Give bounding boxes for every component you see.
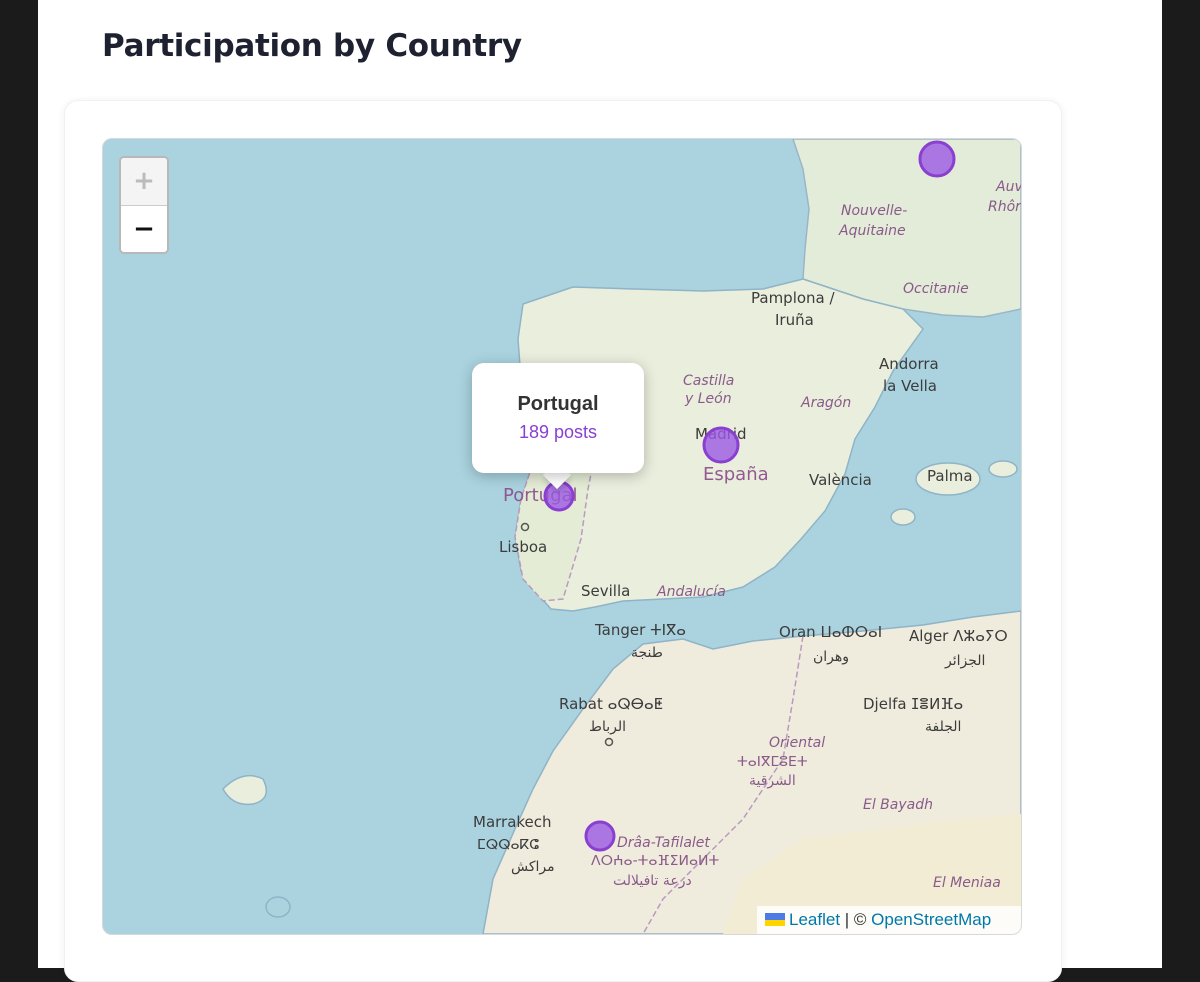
svg-text:الرباط: الرباط (589, 719, 626, 735)
label-espana: España (703, 464, 769, 485)
svg-text:ⵎⵕⵕⴰⴽⵛ: ⵎⵕⵕⴰⴽⵛ (477, 837, 539, 853)
svg-text:مراكش: مراكش (511, 859, 555, 875)
svg-text:Rabat ⴰⵕⴱⴰⵟ: Rabat ⴰⵕⴱⴰⵟ (559, 695, 663, 713)
svg-text:Aquitaine: Aquitaine (838, 223, 906, 239)
svg-text:la Vella: la Vella (883, 377, 937, 395)
label-marrakech-1: Marrakech (473, 813, 552, 831)
svg-text:الجلفة: الجلفة (925, 719, 961, 735)
label-palma: Palma (927, 467, 973, 485)
label-nouvelle-aquitaine-2: Aquitaine (838, 223, 906, 239)
svg-text:Castilla: Castilla (683, 373, 734, 389)
label-alger-2: الجزائر (944, 653, 985, 669)
svg-text:Tanger ⵜⵏⴳⴰ: Tanger ⵜⵏⴳⴰ (594, 621, 686, 639)
label-castilla-2: y León (684, 391, 732, 407)
label-valencia: València (809, 471, 872, 489)
label-pamplona-1: Pamplona / (751, 289, 836, 307)
label-auvergne-2: Rhôr (988, 199, 1021, 215)
label-oran-1: Oran ⵡⴰⵀⵔⴰⵏ (779, 623, 882, 641)
label-andorra-2: la Vella (883, 377, 937, 395)
label-djelfa-1: Djelfa ⵊⴻⵍⴼⴰ (863, 695, 963, 713)
label-pamplona-2: Iruña (775, 311, 814, 329)
label-castilla-1: Castilla (683, 373, 734, 389)
zoom-in-button[interactable]: + (121, 158, 167, 206)
label-sevilla: Sevilla (581, 582, 630, 600)
label-draa-3: درعة تافيلالت (613, 873, 692, 889)
svg-text:Auv: Auv (995, 179, 1021, 195)
popup-posts: 189 posts (518, 422, 598, 442)
label-andalucia: Andalucía (656, 584, 726, 600)
label-marrakech-3: مراكش (511, 859, 555, 875)
svg-text:الشرقية: الشرقية (749, 773, 796, 789)
svg-text:y León: y León (684, 391, 732, 407)
svg-text:الجزائر: الجزائر (944, 653, 985, 669)
svg-text:ⴷⵔⵄⴰ-ⵜⴰⴼⵉⵍⴰⵍⵜ: ⴷⵔⵄⴰ-ⵜⴰⴼⵉⵍⴰⵍⵜ (591, 853, 720, 869)
label-rabat-2: الرباط (589, 719, 626, 735)
label-rabat-1: Rabat ⴰⵕⴱⴰⵟ (559, 695, 663, 713)
label-draa-1: Drâa-Tafilalet (617, 835, 710, 851)
svg-text:وهران: وهران (813, 649, 849, 665)
label-el-bayadh: El Bayadh (863, 797, 933, 813)
label-alger-1: Alger ⴷⵣⴰⵢⵔ (909, 627, 1008, 645)
label-marrakech-2: ⵎⵕⵕⴰⴽⵛ (477, 837, 539, 853)
svg-text:Marrakech: Marrakech (473, 813, 552, 831)
label-tanger-1: Tanger ⵜⵏⴳⴰ (594, 621, 686, 639)
label-occitanie: Occitanie (903, 281, 969, 297)
label-djelfa-2: الجلفة (925, 719, 961, 735)
label-lisboa: Lisboa (499, 538, 547, 556)
label-aragon: Aragón (800, 395, 851, 411)
label-oriental-1: Oriental (769, 735, 825, 751)
openstreetmap-link[interactable]: OpenStreetMap (871, 910, 991, 929)
svg-text:Andorra: Andorra (879, 355, 939, 373)
leaflet-link[interactable]: Leaflet (789, 910, 840, 929)
svg-text:Nouvelle-: Nouvelle- (841, 203, 907, 219)
map-attribution: Leaflet | © OpenStreetMap (757, 906, 1021, 934)
svg-text:Oran ⵡⴰⵀⵔⴰⵏ: Oran ⵡⴰⵀⵔⴰⵏ (779, 623, 882, 641)
island-menorca (988, 460, 1018, 478)
label-oriental-2: ⵜⴰⵏⴳⵎⵓⴹⵜ (737, 754, 808, 770)
label-nouvelle-aquitaine-1: Nouvelle- (841, 203, 907, 219)
label-andorra-1: Andorra (879, 355, 939, 373)
svg-text:Iruña: Iruña (775, 311, 814, 329)
svg-text:ⵜⴰⵏⴳⵎⵓⴹⵜ: ⵜⴰⵏⴳⵎⵓⴹⵜ (737, 754, 808, 770)
marker-france[interactable] (918, 140, 956, 178)
marker-spain[interactable] (702, 426, 740, 464)
zoom-out-button[interactable]: − (121, 206, 167, 252)
map-container[interactable]: Nouvelle- Aquitaine Auv Rhôr Occitanie P… (102, 138, 1022, 935)
label-oran-2: وهران (813, 649, 849, 665)
island-ibiza (890, 508, 916, 526)
marker-morocco[interactable] (584, 820, 616, 852)
map-popup: Portugal 189 posts (472, 363, 644, 473)
map-tiles[interactable]: Nouvelle- Aquitaine Auv Rhôr Occitanie P… (103, 139, 1021, 934)
svg-text:Drâa-Tafilalet: Drâa-Tafilalet (617, 835, 710, 851)
svg-text:Oriental: Oriental (769, 735, 825, 751)
ukraine-flag-icon (765, 913, 785, 926)
svg-text:Djelfa ⵊⴻⵍⴼⴰ: Djelfa ⵊⴻⵍⴼⴰ (863, 695, 963, 713)
zoom-control: + − (119, 156, 169, 254)
label-el-meniaa: El Meniaa (933, 875, 1001, 891)
popup-country: Portugal (517, 393, 599, 415)
page-title: Participation by Country (102, 28, 522, 64)
label-oriental-3: الشرقية (749, 773, 796, 789)
svg-text:Pamplona /: Pamplona / (751, 289, 836, 307)
attribution-separator: | © (840, 910, 872, 929)
svg-text:Alger ⴷⵣⴰⵢⵔ: Alger ⴷⵣⴰⵢⵔ (909, 627, 1008, 645)
label-draa-2: ⴷⵔⵄⴰ-ⵜⴰⴼⵉⵍⴰⵍⵜ (591, 853, 720, 869)
label-auvergne-1: Auv (995, 179, 1021, 195)
svg-text:درعة تافيلالت: درعة تافيلالت (613, 873, 692, 889)
svg-text:طنجة: طنجة (631, 645, 663, 661)
svg-text:Rhôr: Rhôr (988, 199, 1021, 215)
label-tanger-2: طنجة (631, 645, 663, 661)
